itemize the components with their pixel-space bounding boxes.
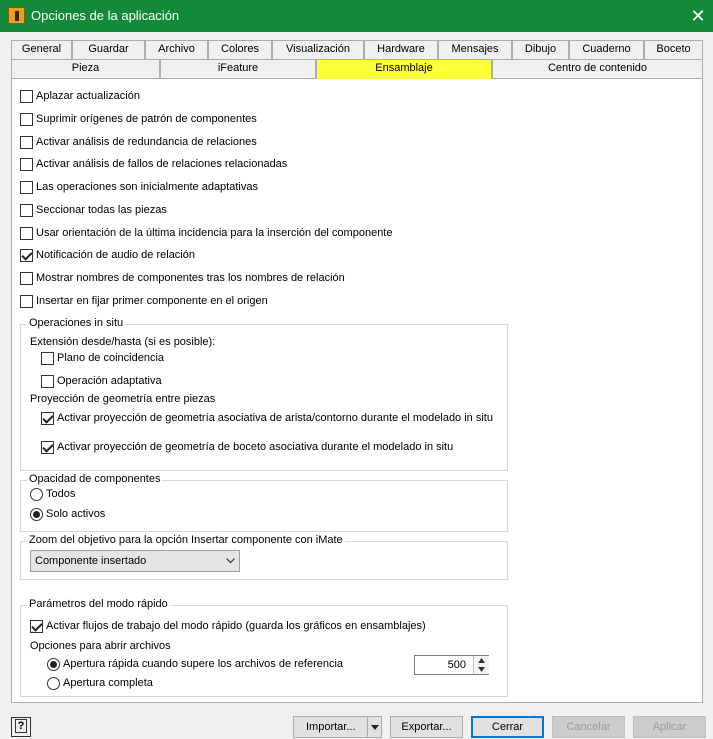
tab-centro-de-contenido[interactable]: Centro de contenido xyxy=(492,59,703,78)
stepper-value: 500 xyxy=(447,659,466,671)
group-legend: Parámetros del modo rápido xyxy=(27,598,170,610)
group-legend: Opacidad de componentes xyxy=(27,473,163,485)
option-label: Las operaciones son inicialmente adaptat… xyxy=(36,181,258,193)
tab-cuaderno[interactable]: Cuaderno xyxy=(569,40,644,59)
dropdown-value: Componente insertado xyxy=(35,555,147,567)
projection-label: Proyección de geometría entre piezas xyxy=(30,393,216,405)
checkbox-proyeccion-arista[interactable] xyxy=(41,412,54,425)
import-button[interactable]: Importar... xyxy=(293,716,382,738)
open-options-label: Opciones para abrir archivos xyxy=(30,640,171,652)
checkbox-suprimir-origenes[interactable] xyxy=(20,113,33,126)
tab-boceto[interactable]: Boceto xyxy=(644,40,703,59)
tab-hardware[interactable]: Hardware xyxy=(364,40,438,59)
app-icon xyxy=(8,7,25,24)
option-label: Mostrar nombres de componentes tras los … xyxy=(36,272,345,284)
radio-todos[interactable] xyxy=(30,488,43,501)
tab-ifeature[interactable]: iFeature xyxy=(160,59,316,78)
option-label: Activar flujos de trabajo del modo rápid… xyxy=(46,620,426,632)
checkbox-aplazar-actualizacion[interactable] xyxy=(20,90,33,103)
tab-pieza[interactable]: Pieza xyxy=(11,59,160,78)
import-dropdown[interactable] xyxy=(367,717,382,737)
window-title: Opciones de la aplicación xyxy=(31,8,180,23)
tab-colores[interactable]: Colores xyxy=(208,40,272,59)
checkbox-fijar-primer-componente[interactable] xyxy=(20,295,33,308)
option-label: Suprimir orígenes de patrón de component… xyxy=(36,113,257,125)
help-button[interactable]: ? xyxy=(11,717,31,737)
close-button[interactable]: Cerrar xyxy=(471,716,544,738)
extension-label: Extensión desde/hasta (si es posible): xyxy=(30,336,216,348)
checkbox-orientacion-incidencia[interactable] xyxy=(20,227,33,240)
checkbox-seccionar-piezas[interactable] xyxy=(20,204,33,217)
group-opacidad xyxy=(20,480,508,532)
option-label: Apertura completa xyxy=(63,677,153,689)
option-label: Activar análisis de redundancia de relac… xyxy=(36,136,257,148)
checkbox-flujos-modo-rapido[interactable] xyxy=(30,620,43,633)
checkbox-fallos-relaciones[interactable] xyxy=(20,158,33,171)
apply-button[interactable]: Aplicar xyxy=(633,716,706,738)
threshold-stepper[interactable]: 500 xyxy=(414,655,489,675)
arrow-down-icon[interactable] xyxy=(478,667,485,672)
checkbox-redundancia-relaciones[interactable] xyxy=(20,136,33,149)
option-label: Plano de coincidencia xyxy=(57,352,165,364)
arrow-up-icon[interactable] xyxy=(478,658,485,663)
tab-archivo[interactable]: Archivo xyxy=(145,40,208,59)
checkbox-mostrar-nombres[interactable] xyxy=(20,272,33,285)
radio-solo-activos[interactable] xyxy=(30,508,43,521)
option-label: Insertar en fijar primer componente en e… xyxy=(36,295,268,307)
stepper-buttons[interactable] xyxy=(473,656,489,674)
option-label: Operación adaptativa xyxy=(57,375,162,387)
help-icon: ? xyxy=(14,719,28,733)
tab-ensamblaje[interactable]: Ensamblaje xyxy=(316,59,492,79)
option-label: Todos xyxy=(46,488,76,500)
checkbox-operaciones-adaptativas[interactable] xyxy=(20,181,33,194)
tab-mensajes[interactable]: Mensajes xyxy=(438,40,512,59)
export-button[interactable]: Exportar... xyxy=(390,716,463,738)
group-legend: Zoom del objetivo para la opción Inserta… xyxy=(27,534,345,546)
zoom-dropdown[interactable]: Componente insertado xyxy=(30,550,240,572)
checkbox-proyeccion-boceto[interactable] xyxy=(41,441,54,454)
option-label: Activar proyección de geometría de bocet… xyxy=(57,441,454,453)
close-icon[interactable]: ✕ xyxy=(686,4,710,28)
import-label: Importar... xyxy=(306,721,356,733)
option-label: Activar análisis de fallos de relaciones… xyxy=(36,158,288,170)
title-bar: Opciones de la aplicación ✕ xyxy=(0,0,713,32)
radio-apertura-rapida[interactable] xyxy=(47,658,60,671)
tab-dibujo[interactable]: Dibujo xyxy=(512,40,569,59)
option-label: Apertura rápida cuando supere los archiv… xyxy=(63,658,344,670)
tab-general[interactable]: General xyxy=(11,40,72,59)
option-label: Activar proyección de geometría asociati… xyxy=(57,412,493,424)
option-label: Notificación de audio de relación xyxy=(36,249,195,261)
checkbox-notificacion-audio[interactable] xyxy=(20,249,33,262)
option-label: Usar orientación de la última incidencia… xyxy=(36,227,393,239)
triangle-down-icon xyxy=(371,725,379,730)
option-label: Aplazar actualización xyxy=(36,90,140,102)
option-label: Solo activos xyxy=(46,508,106,520)
radio-apertura-completa[interactable] xyxy=(47,677,60,690)
group-legend: Operaciones in situ xyxy=(27,317,126,329)
checkbox-operacion-adaptativa[interactable] xyxy=(41,375,54,388)
chevron-down-icon xyxy=(226,558,235,564)
option-label: Seccionar todas las piezas xyxy=(36,204,167,216)
tab-visualizacion[interactable]: Visualización xyxy=(272,40,364,59)
tab-guardar[interactable]: Guardar xyxy=(72,40,145,59)
cancel-button[interactable]: Cancelar xyxy=(552,716,625,738)
checkbox-plano-coincidencia[interactable] xyxy=(41,352,54,365)
